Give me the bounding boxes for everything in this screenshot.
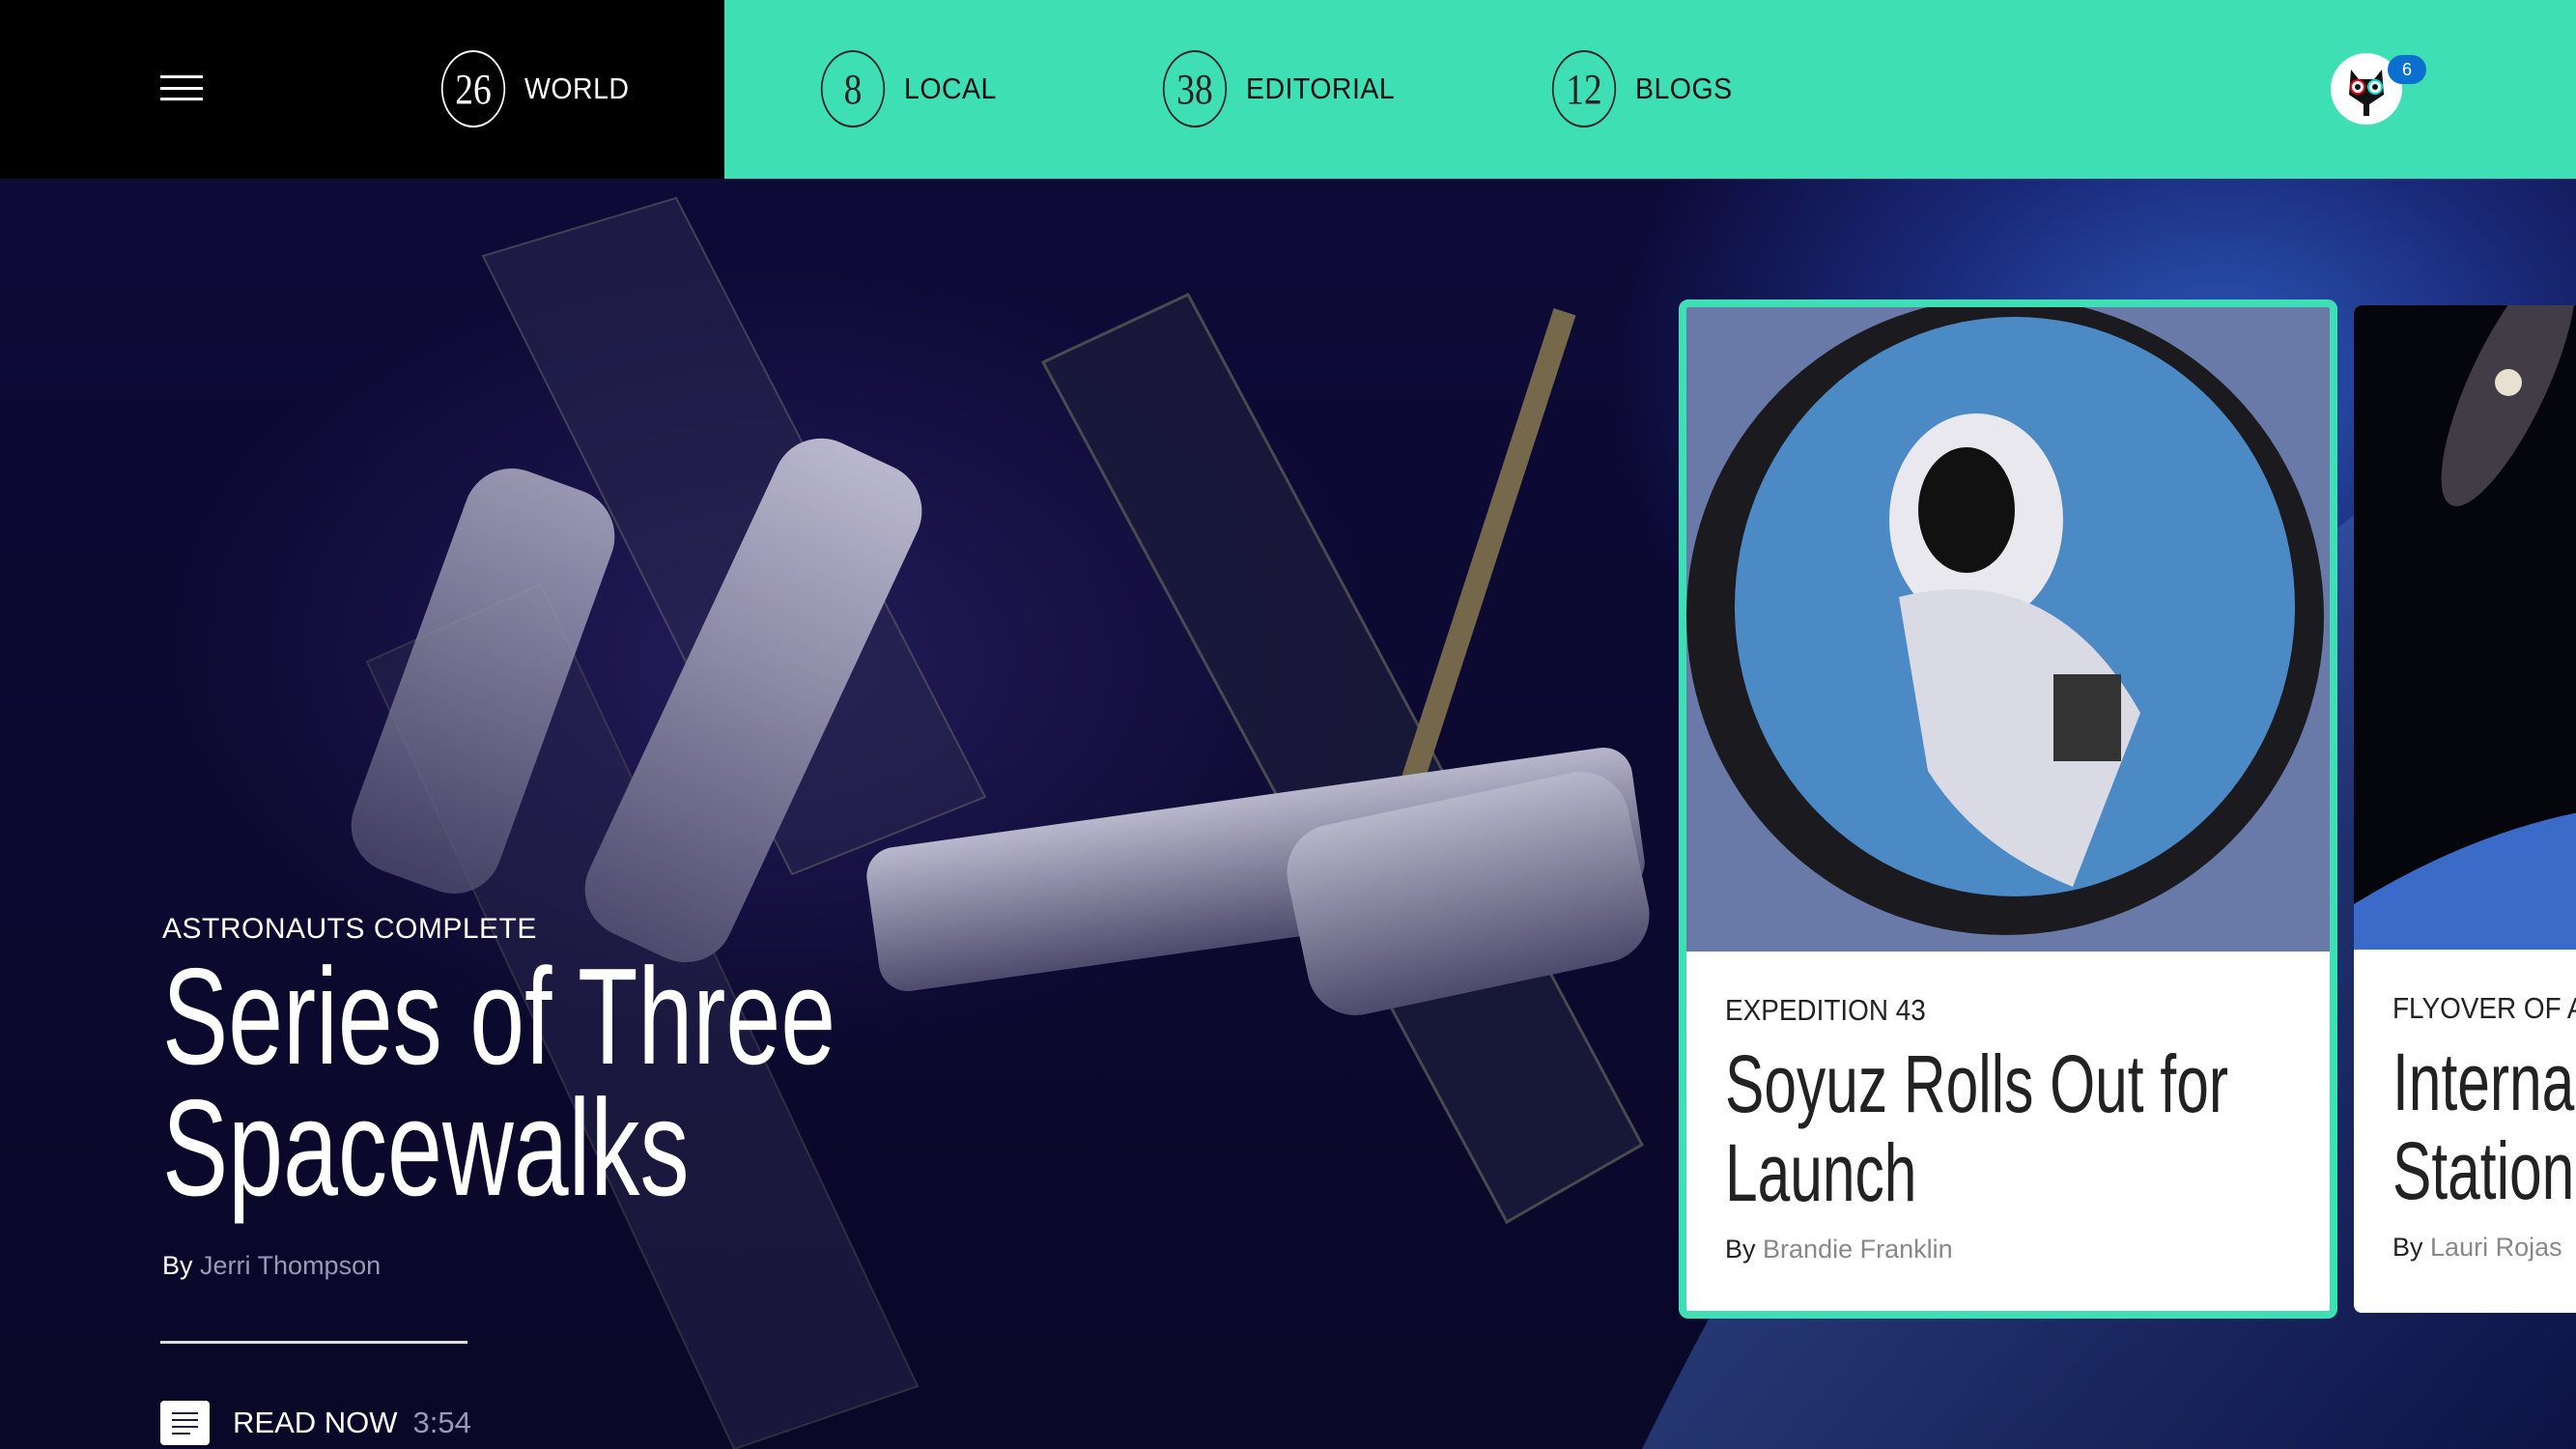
nav-item-world[interactable]: 26 WORLD [436,50,638,128]
card-title-line: Launch [1725,1127,1917,1218]
nav-label: BLOGS [1635,71,1733,105]
card-title: Soyuz Rolls Out for Launch [1725,1039,2228,1217]
author-name: Jerri Thompson [200,1251,382,1280]
author-name: Lauri Rojas [2430,1233,2562,1262]
card-byline: By Lauri Rojas [2392,1233,2562,1263]
read-now-label: READ NOW [233,1406,398,1439]
count-badge: 12 [1551,50,1617,128]
hero-title-line: Spacewalks [162,1071,690,1225]
by-label: By [2392,1233,2423,1262]
count-badge: 26 [440,50,506,128]
hero-byline: By Jerri Thompson [162,1251,381,1281]
read-now-button[interactable]: READ NOW 3:54 [160,1401,471,1445]
card-byline: By Brandie Franklin [1725,1235,1953,1264]
by-label: By [162,1251,193,1280]
notification-badge: 6 [2388,55,2426,84]
article-card[interactable]: FLYOVER OF A Interna Station By Lauri Roj… [2354,305,2576,1313]
hamburger-icon[interactable] [160,75,203,100]
card-title-line: Interna [2392,1037,2575,1127]
astronaut-image [1686,307,2330,952]
author-name: Brandie Franklin [1763,1235,1953,1264]
galaxy-image [2354,305,2576,950]
nav-item-blogs[interactable]: 12 BLOGS [1546,50,1741,128]
card-kicker: EXPEDITION 43 [1725,993,1926,1027]
count-badge: 8 [820,50,886,128]
read-time: 3:54 [412,1406,471,1439]
divider [160,1341,467,1344]
nav-item-local[interactable]: 8 LOCAL [815,50,1005,128]
cat-avatar-icon [2349,70,2384,116]
hero-title[interactable]: Series of Three Spacewalks [162,949,835,1217]
nav-label: EDITORIAL [1246,71,1396,105]
card-kicker: FLYOVER OF A [2392,991,2576,1025]
count-badge: 38 [1162,50,1228,128]
nav-label: LOCAL [904,71,997,105]
card-title-line: Station [2392,1125,2575,1216]
document-icon [160,1401,210,1445]
nav-label: WORLD [524,71,630,105]
card-title-line: Soyuz Rolls Out for [1725,1038,2228,1129]
nav-item-editorial[interactable]: 38 EDITORIAL [1157,50,1408,128]
top-nav: 26 WORLD 8 LOCAL 38 EDITORIAL 12 BLOGS 6 [0,0,2576,179]
article-card[interactable]: EXPEDITION 43 Soyuz Rolls Out for Launch … [1679,299,2337,1319]
card-title: Interna Station [2392,1037,2574,1215]
by-label: By [1725,1235,1756,1264]
